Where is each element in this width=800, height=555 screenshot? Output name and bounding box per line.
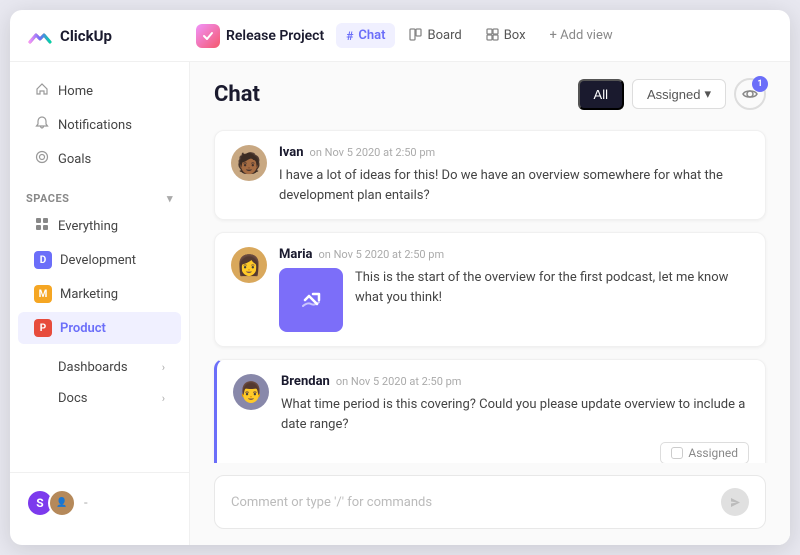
product-dot: P [34,319,52,337]
development-dot: D [34,251,52,269]
spaces-chevron[interactable]: ▾ [167,192,173,205]
comment-area: Comment or type '/' for commands [190,463,790,545]
assigned-btn-area: Assigned [281,442,749,463]
sidebar-bottom: S 👤 - [10,472,189,533]
docs-chevron: › [162,392,165,405]
brendan-text: What time period is this covering? Could… [281,395,749,434]
ivan-time: on Nov 5 2020 at 2:50 pm [310,146,436,159]
clickup-logo-icon [26,22,54,50]
page-title: Chat [214,82,260,107]
sidebar: Home Notifications Goals [10,62,190,545]
tab-chat[interactable]: # Chat [336,23,395,48]
brendan-message-body: Brendan on Nov 5 2020 at 2:50 pm What ti… [281,374,749,463]
message-card: 🧑🏾 Ivan on Nov 5 2020 at 2:50 pm I have … [214,130,766,220]
hash-icon: # [346,29,353,43]
brendan-time: on Nov 5 2020 at 2:50 pm [336,375,462,388]
sidebar-item-everything[interactable]: Everything [18,210,181,242]
content-area: Chat All Assigned ▾ 1 [190,62,790,545]
notification-button[interactable]: 1 [734,78,766,110]
project-name: Release Project [196,24,324,48]
send-button[interactable] [721,488,749,516]
sidebar-item-development[interactable]: D Development [18,244,181,276]
assigned-checkbox[interactable] [671,447,683,459]
brendan-avatar: 👨 [233,374,269,410]
ivan-message-body: Ivan on Nov 5 2020 at 2:50 pm I have a l… [279,145,749,205]
message-card: 👩 Maria on Nov 5 2020 at 2:50 pm [214,232,766,347]
spaces-section-header: Spaces ▾ [10,184,189,209]
user-area[interactable]: S 👤 - [10,481,189,525]
everything-icon [34,217,50,235]
brendan-meta: Brendan on Nov 5 2020 at 2:50 pm [281,374,749,389]
add-view-button[interactable]: + Add view [540,23,623,48]
tab-box[interactable]: Box [476,23,536,49]
avatar-stack: S 👤 [26,489,76,517]
ivan-avatar: 🧑🏾 [231,145,267,181]
sidebar-item-notifications[interactable]: Notifications [18,109,181,141]
maria-message-body: Maria on Nov 5 2020 at 2:50 pm This is t… [279,247,749,332]
notification-badge: 1 [752,76,768,92]
assigned-tag-button[interactable]: Assigned [660,442,749,463]
sidebar-item-marketing[interactable]: M Marketing [18,278,181,310]
sidebar-item-docs[interactable]: Docs › [18,384,181,413]
comment-placeholder: Comment or type '/' for commands [231,495,432,510]
dashboards-chevron: › [162,361,165,374]
maria-avatar: 👩 [231,247,267,283]
maria-meta: Maria on Nov 5 2020 at 2:50 pm [279,247,749,262]
home-icon [34,82,50,100]
logo-area: ClickUp [26,22,196,50]
ivan-author: Ivan [279,145,304,160]
comment-input-box[interactable]: Comment or type '/' for commands [214,475,766,529]
ivan-text: I have a lot of ideas for this! Do we ha… [279,166,749,205]
board-icon [409,28,422,44]
app-window: ClickUp Release Project # Chat [10,10,790,545]
messages-area[interactable]: 🧑🏾 Ivan on Nov 5 2020 at 2:50 pm I have … [190,122,790,463]
filter-assigned-button[interactable]: Assigned ▾ [632,79,726,109]
top-header: ClickUp Release Project # Chat [10,10,790,62]
attachment-thumbnail[interactable] [279,268,343,332]
filter-area: All Assigned ▾ 1 [578,78,766,110]
user-avatar-photo: 👤 [48,489,76,517]
sidebar-item-home[interactable]: Home [18,75,181,107]
message-card: 👨 Brendan on Nov 5 2020 at 2:50 pm What … [214,359,766,463]
box-icon [486,28,499,44]
maria-time: on Nov 5 2020 at 2:50 pm [319,248,445,261]
goals-icon [34,150,50,168]
content-header: Chat All Assigned ▾ 1 [190,62,790,122]
sidebar-item-product[interactable]: P Product [18,312,181,344]
sidebar-item-goals[interactable]: Goals [18,143,181,175]
brendan-author: Brendan [281,374,330,389]
chevron-down-icon: ▾ [704,86,711,102]
project-icon [196,24,220,48]
main-area: Home Notifications Goals [10,62,790,545]
ivan-meta: Ivan on Nov 5 2020 at 2:50 pm [279,145,749,160]
tab-board[interactable]: Board [399,23,471,49]
logo-text: ClickUp [60,27,112,45]
filter-all-button[interactable]: All [578,79,624,110]
notifications-icon [34,116,50,134]
maria-text: This is the start of the overview for th… [355,268,749,307]
maria-attach-area: This is the start of the overview for th… [279,268,749,332]
sidebar-item-dashboards[interactable]: Dashboards › [18,353,181,382]
marketing-dot: M [34,285,52,303]
maria-author: Maria [279,247,313,262]
header-nav: Release Project # Chat Board [196,23,774,49]
